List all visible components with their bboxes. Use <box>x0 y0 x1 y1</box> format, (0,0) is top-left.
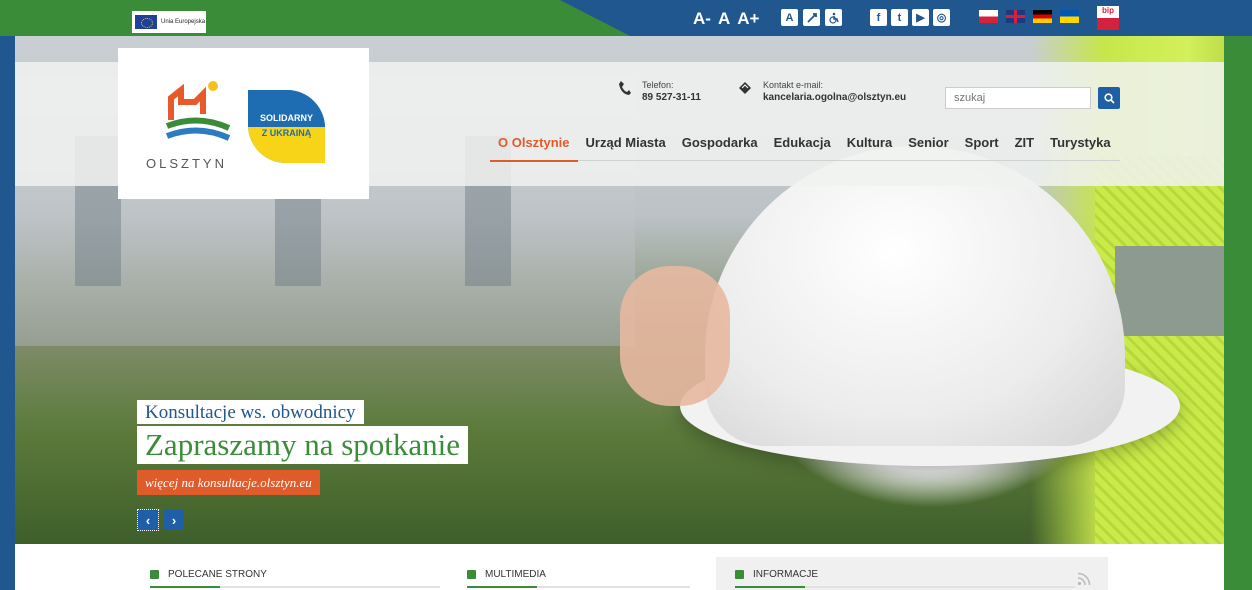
nav-item-edukacja[interactable]: Edukacja <box>766 128 839 160</box>
phone-label: Telefon: <box>642 80 674 90</box>
font-increase-button[interactable]: A+ <box>737 9 759 29</box>
section-title[interactable]: POLECANE STRONY <box>168 569 267 580</box>
contact-email: Kontakt e-mail: kancelaria.ogolna@olszty… <box>737 80 906 103</box>
section-informacje: INFORMACJE <box>735 569 1075 590</box>
font-decrease-button[interactable]: A- <box>693 9 711 29</box>
eu-flag-icon <box>135 15 157 29</box>
phone-icon <box>619 81 631 95</box>
email-label: Kontakt e-mail: <box>763 80 824 90</box>
hero-hand <box>620 266 730 406</box>
top-bar-green-segment <box>0 0 630 36</box>
top-bar: Unia Europejska A- A A+ A f t ▶ ◎ bip <box>0 0 1252 36</box>
section-underline <box>150 586 440 588</box>
youtube-icon[interactable]: ▶ <box>912 9 929 26</box>
nav-item-urzad-miasta[interactable]: Urząd Miasta <box>578 128 674 160</box>
solidarity-line2: Z UKRAINĄ <box>261 128 312 138</box>
search-icon <box>1103 92 1115 104</box>
language-flags <box>979 10 1079 23</box>
solidarity-logo: SOLIDARNY Z UKRAINĄ <box>248 90 325 163</box>
eu-label: Unia Europejska <box>161 19 206 25</box>
lowvision-icon[interactable] <box>803 9 820 26</box>
nav-item-senior[interactable]: Senior <box>900 128 956 160</box>
rss-icon[interactable] <box>1077 572 1091 586</box>
contact-phone: Telefon: 89 527-31-11 <box>618 80 701 103</box>
hero-vest-strip <box>1115 246 1224 336</box>
section-underline <box>735 586 1075 588</box>
olsztyn-logo-icon <box>165 81 231 141</box>
flag-de-icon[interactable] <box>1033 10 1052 23</box>
font-normal-button[interactable]: A <box>718 9 730 29</box>
logo-text: OLSZTYN <box>146 156 227 171</box>
flag-ua-icon[interactable] <box>1060 10 1079 23</box>
bookmark-icon <box>150 570 159 579</box>
nav-item-zit[interactable]: ZIT <box>1007 128 1043 160</box>
social-links: f t ▶ ◎ <box>870 9 950 26</box>
font-size-controls: A- A A+ <box>693 9 759 29</box>
instagram-icon[interactable]: ◎ <box>933 9 950 26</box>
email-value[interactable]: kancelaria.ogolna@olsztyn.eu <box>763 92 906 103</box>
twitter-icon[interactable]: t <box>891 9 908 26</box>
slide-link[interactable]: więcej na konsultacje.olsztyn.eu <box>137 470 320 495</box>
search-button[interactable] <box>1098 87 1120 109</box>
eu-badge[interactable]: Unia Europejska <box>132 11 206 33</box>
right-frame <box>1224 36 1252 590</box>
logo-box[interactable] <box>118 48 369 199</box>
section-title[interactable]: MULTIMEDIA <box>485 569 546 580</box>
slider-prev-button[interactable]: ‹ <box>137 509 159 531</box>
flag-pl-icon[interactable] <box>979 10 998 23</box>
bip-label: bip <box>1102 6 1114 15</box>
section-polecane-strony: POLECANE STRONY <box>150 569 440 590</box>
contrast-icon[interactable]: A <box>781 9 798 26</box>
accessibility-controls: A <box>781 9 842 26</box>
bookmark-icon <box>467 570 476 579</box>
nav-item-kultura[interactable]: Kultura <box>839 128 901 160</box>
section-underline <box>467 586 690 588</box>
left-frame <box>0 36 15 590</box>
nav-item-turystyka[interactable]: Turystyka <box>1042 128 1118 160</box>
search-input[interactable] <box>945 87 1091 109</box>
phone-value[interactable]: 89 527-31-11 <box>642 92 701 103</box>
main-navigation: O Olsztynie Urząd Miasta Gospodarka Eduk… <box>490 128 1120 162</box>
email-icon <box>739 82 751 94</box>
section-multimedia: MULTIMEDIA <box>467 569 690 590</box>
wheelchair-icon[interactable] <box>825 9 842 26</box>
bip-icon[interactable]: bip <box>1097 6 1119 30</box>
solidarity-line1: SOLIDARNY <box>259 113 313 123</box>
facebook-icon[interactable]: f <box>870 9 887 26</box>
hero-helmet <box>705 146 1125 446</box>
slider-next-button[interactable]: › <box>164 510 184 530</box>
flag-en-icon[interactable] <box>1006 10 1025 23</box>
section-title[interactable]: INFORMACJE <box>753 569 818 580</box>
slide-title: Zapraszamy na spotkanie <box>137 426 469 464</box>
bookmark-icon <box>735 570 744 579</box>
nav-item-sport[interactable]: Sport <box>957 128 1007 160</box>
nav-item-o-olsztynie[interactable]: O Olsztynie <box>490 128 578 162</box>
nav-item-gospodarka[interactable]: Gospodarka <box>674 128 766 160</box>
slide-subtitle: Konsultacje ws. obwodnicy <box>137 400 364 424</box>
